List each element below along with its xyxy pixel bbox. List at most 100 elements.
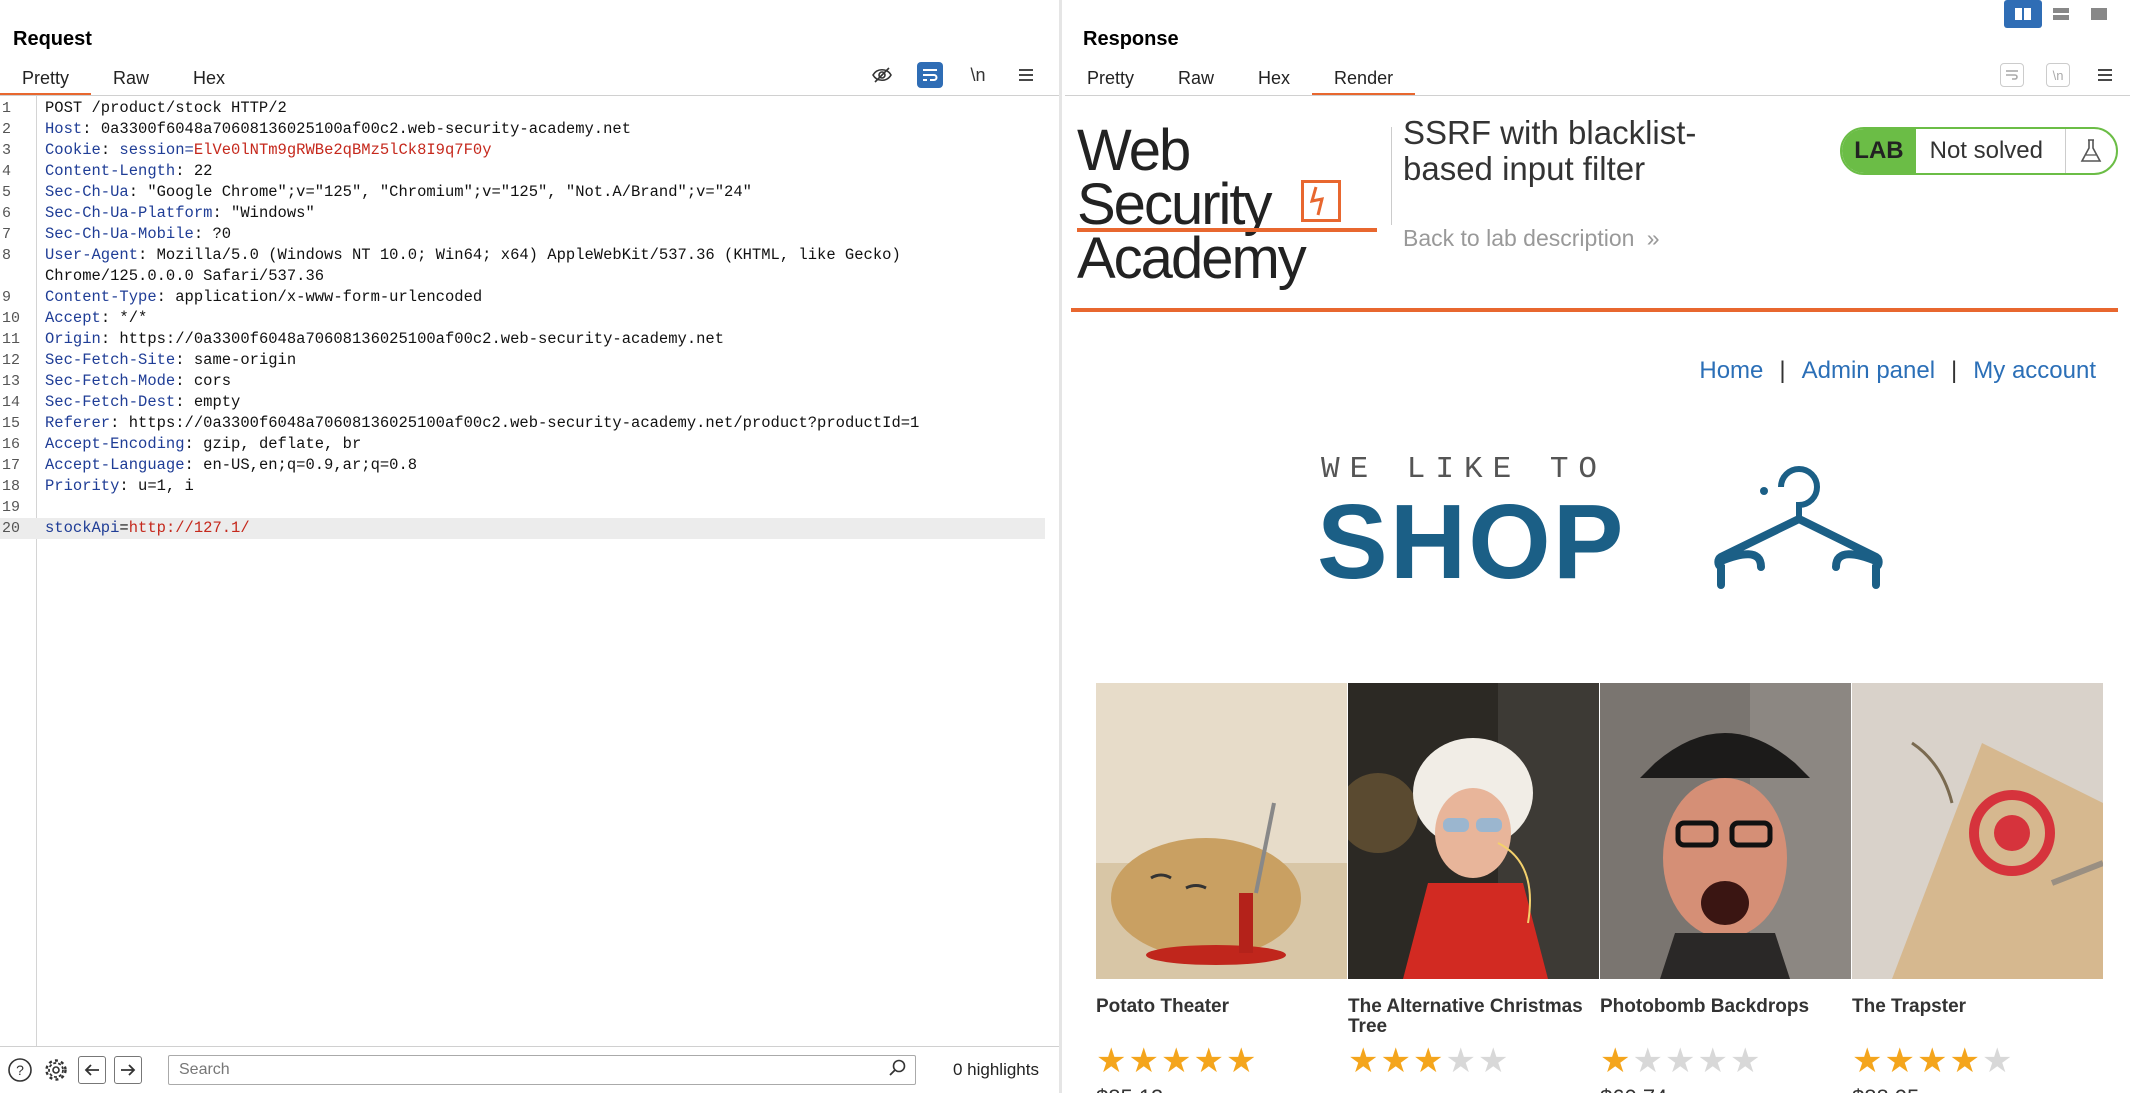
header-separator: : [175,162,194,180]
header-key: Sec-Ch-Ua-Platform [45,204,213,222]
star-icon: ★ [1981,1042,2015,1080]
header-key: User-Agent [45,246,139,264]
star-icon: ★ [1348,1042,1381,1080]
header-divider [1391,127,1392,225]
product-card[interactable]: Potato Theater★★★★★$85.13 [1096,683,1347,1093]
header-separator: : [100,309,120,327]
header-key: Accept [45,309,101,327]
nav-admin-panel-link[interactable]: Admin panel [1802,357,1935,385]
request-tab-raw[interactable]: Raw [91,66,171,96]
response-tab-render[interactable]: Render [1312,66,1416,96]
highlights-count: 0 highlights [952,1060,1039,1079]
product-rating: ★★★★★ [1600,1043,1851,1079]
line-text: Host: 0a3300f6048a70608136025100af00c2.w… [37,119,631,140]
nav-my-account-link[interactable]: My account [1973,357,2096,385]
header-separator: : [82,120,101,138]
request-tab-hex[interactable]: Hex [171,66,247,96]
header-value: "Windows" [231,204,315,222]
line-text: Cookie: session=ElVe0lNTm9gRWBe2qBMz5lCk… [37,140,492,161]
line-text: Sec-Fetch-Dest: empty [37,392,240,413]
product-image[interactable] [1600,683,1851,979]
hide-nonprintable-icon[interactable] [869,62,895,88]
product-image[interactable] [1096,683,1347,979]
star-icon: ★ [1884,1042,1917,1080]
nav-separator: | [1951,357,1958,384]
header-separator: : [110,414,129,432]
code-line: 4 Content-Length: 22 [0,161,1045,182]
split-columns-icon[interactable] [2004,0,2042,28]
shop-banner: WE LIKE TO SHOP [1317,452,1883,612]
back-to-lab-link[interactable]: Back to lab description » [1403,225,1660,252]
help-icon[interactable]: ? [6,1056,34,1084]
header-key: Sec-Fetch-Dest [45,393,176,411]
lab-label: LAB [1842,129,1916,173]
line-text: Content-Length: 22 [37,161,212,182]
line-number: 1 [2,100,12,117]
product-name: Photobomb Backdrops [1600,996,1810,1017]
single-pane-icon[interactable] [2080,0,2118,28]
header-key: Sec-Ch-Ua-Mobile [45,225,194,243]
response-title: Response [1083,28,1179,50]
split-rows-icon[interactable] [2042,0,2080,28]
settings-gear-icon[interactable] [42,1056,70,1084]
rendered-page: Web Security Academy SSRF with blacklist… [1071,97,2118,1093]
header-key: Host [45,120,83,138]
request-toolbar: \n [869,62,1039,88]
header-key: Sec-Fetch-Site [45,351,176,369]
code-line: 2 Host: 0a3300f6048a70608136025100af00c2.… [0,119,1045,140]
forward-arrow-icon[interactable] [114,1056,142,1084]
code-line: 1 POST /product/stock HTTP/2 [0,98,1045,119]
header-separator: : [175,351,194,369]
request-tab-pretty[interactable]: Pretty [0,66,92,96]
product-name: Potato Theater [1096,996,1230,1017]
code-line: 11 Origin: https://0a3300f6048a7060813602… [0,329,1045,350]
line-text: Chrome/125.0.0.0 Safari/537.36 [37,266,324,287]
search-icon[interactable] [889,1059,907,1087]
header-separator: : [184,435,204,453]
product-card[interactable]: The Trapster★★★★★$88.95 [1852,683,2103,1093]
wrap-lines-icon[interactable] [2000,63,2024,87]
product-name: The Trapster [1852,996,1967,1017]
request-editor[interactable]: 1 POST /product/stock HTTP/2 2 Host: 0a3300… [0,98,1045,539]
product-image[interactable] [1348,683,1599,979]
wrap-lines-icon[interactable] [917,62,943,88]
line-text: Sec-Fetch-Site: same-origin [37,350,296,371]
response-tab-pretty[interactable]: Pretty [1065,66,1156,96]
product-card[interactable]: Photobomb Backdrops★★★★★$60.74 [1600,683,1851,1093]
line-text: Sec-Ch-Ua-Platform: "Windows" [37,203,315,224]
line-number: 13 [2,373,21,390]
response-tab-raw[interactable]: Raw [1156,66,1236,96]
product-card[interactable]: The Alternative Christmas Tree ★★★★★ [1348,683,1599,1093]
star-icon: ★ [1852,1042,1885,1080]
product-rating: ★★★★★ [1096,1043,1347,1079]
header-separator: : [100,141,120,159]
nav-home-link[interactable]: Home [1699,357,1763,385]
product-image[interactable] [1852,683,2103,979]
response-tab-hex[interactable]: Hex [1236,66,1312,96]
search-input[interactable]: Search [168,1055,916,1085]
line-number: 17 [2,457,21,474]
code-line: 3 Cookie: session=ElVe0lNTm9gRWBe2qBMz5lC… [0,140,1045,161]
lab-title: SSRF with blacklist-based input filter [1403,114,1697,187]
code-line: 5 Sec-Ch-Ua: "Google Chrome";v="125", "Ch… [0,182,1045,203]
menu-icon[interactable] [1013,62,1039,88]
search-placeholder: Search [179,1061,230,1078]
line-text: Accept-Encoding: gzip, deflate, br [37,434,361,455]
back-arrow-icon[interactable] [78,1056,106,1084]
menu-icon[interactable] [2092,62,2118,88]
newline-toggle-icon[interactable]: \n [965,62,991,88]
header-value: same-origin [193,351,297,369]
web-security-academy-logo[interactable]: Web Security Academy [1077,122,1382,288]
line-text: Sec-Ch-Ua-Mobile: ?0 [37,224,231,245]
header-key: Content-Type [45,288,157,306]
header-separator: : [138,246,157,264]
header-separator: : [193,225,213,243]
code-line: 6 Sec-Ch-Ua-Platform: "Windows" [0,203,1045,224]
star-icon: ★ [1600,1042,1633,1080]
header-value: u=1, i [138,477,194,495]
newline-toggle-icon[interactable]: \n [2046,63,2070,87]
code-line: 20 stockApi=http://127.1/ [0,518,1045,539]
line-number: 2 [2,121,12,138]
header-key: Accept-Language [45,456,185,474]
header-key: Cookie [45,141,101,159]
